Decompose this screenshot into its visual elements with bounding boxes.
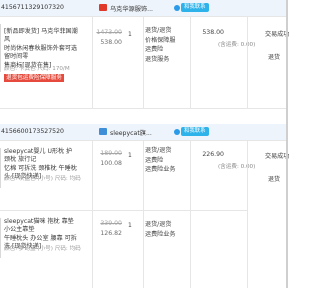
divider (0, 210, 247, 211)
after-sale-service[interactable]: 退货/退货 运费险业务 (145, 220, 175, 239)
divider (143, 16, 144, 108)
product-thumbnail[interactable] (0, 218, 1, 258)
original-price: 189.00 (100, 150, 122, 157)
order-header: 4156711329107320 乌克华源服饰... 和我联系 (0, 0, 288, 16)
order-number: 4156600173527520 (1, 128, 64, 135)
divider (0, 108, 288, 109)
product-info: sleepycat婴儿 U形枕 护颈枕 旅行记 忆棉 可拆洗 颈椎枕 午睡枕头 … (4, 148, 92, 188)
shipping-note: (含运费: 0.00) (218, 42, 256, 48)
divider (247, 140, 248, 288)
quantity: 1 (128, 152, 132, 159)
return-link[interactable]: 退货 (268, 174, 280, 183)
unit-price: 126.82 (100, 230, 122, 237)
shop-name[interactable]: sleepycat旗... (110, 128, 152, 137)
product-sku: 颜色: 卡其色 尺码: 170/M (4, 66, 70, 72)
original-price: 1473.00 (96, 29, 122, 36)
order-header: 4156600173527520 sleepycat旗... 和我联系 (0, 124, 288, 140)
product-sku: 颜色: 梦幻蓝 (小号) 尺码: 均码 (4, 246, 81, 252)
return-link[interactable]: 退货 (268, 52, 280, 61)
divider (247, 16, 248, 108)
original-price: 339.00 (100, 220, 122, 227)
divider (0, 140, 288, 141)
divider (92, 140, 93, 288)
product-info: sleepycat猫咪 抱枕 靠垫 小公主靠垫 午睡枕头 办公室 腰靠 可拆洗 … (4, 218, 92, 262)
divider (190, 140, 191, 288)
shipping-note: (含运费: 0.00) (218, 164, 256, 170)
shop-icon (99, 4, 107, 11)
after-sale-service[interactable]: 退货/退货 价格保障服 运费险 退货服务 (145, 26, 175, 64)
product-thumbnail[interactable] (0, 24, 1, 72)
service-tag: 退货包运费险保障服务 (4, 74, 64, 82)
chat-icon (174, 129, 180, 135)
quantity: 1 (128, 31, 132, 38)
quantity: 1 (128, 222, 132, 229)
divider (92, 16, 93, 108)
divider (143, 140, 144, 288)
divider (0, 16, 288, 17)
unit-price: 538.00 (100, 39, 122, 46)
chat-icon (174, 5, 180, 11)
order-number: 4156711329107320 (1, 4, 64, 11)
unit-price: 100.08 (100, 160, 122, 167)
shop-icon (99, 128, 107, 135)
product-info: [新品即发货] 马克华菲国潮风 时尚休闲春秋服饰外套可选留时间零 售商标[现货在… (4, 28, 92, 88)
contact-seller-button[interactable]: 和我联系 (181, 3, 209, 12)
product-sku: 颜色: 灰蓝色 (小号) 尺码: 均码 (4, 176, 81, 182)
scrollbar[interactable] (286, 0, 288, 288)
contact-seller-button[interactable]: 和我联系 (181, 127, 209, 136)
shop-name[interactable]: 乌克华源服饰... (110, 4, 153, 13)
product-thumbnail[interactable] (0, 148, 1, 188)
after-sale-service[interactable]: 退货/退货 运费险 运费险业务 (145, 146, 175, 175)
order-total: 226.90 (202, 151, 224, 158)
divider (190, 16, 191, 108)
order-total: 538.00 (202, 29, 224, 36)
